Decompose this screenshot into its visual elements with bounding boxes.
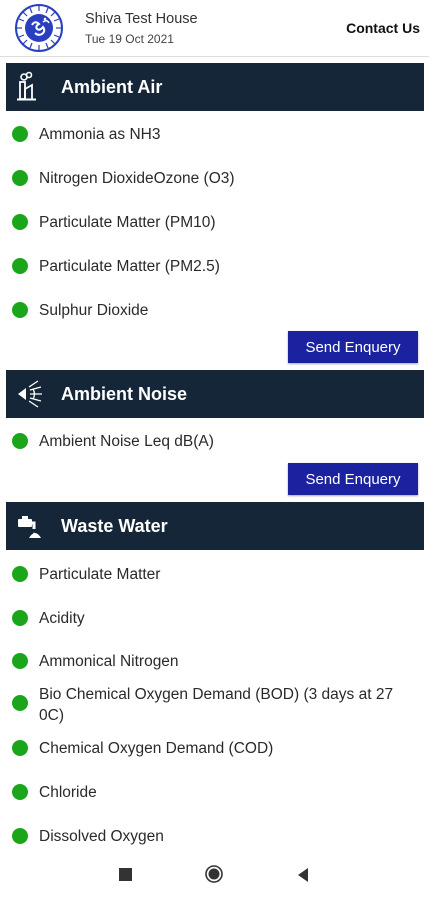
status-dot-icon [12, 214, 28, 230]
status-dot-icon [12, 433, 28, 449]
item-label: Chloride [39, 784, 97, 801]
status-dot-icon [12, 653, 28, 669]
item-label: Ammonia as NH3 [39, 126, 161, 143]
home-icon[interactable] [205, 865, 223, 883]
item-label: Particulate Matter [39, 566, 161, 583]
section-header-waste-water[interactable]: Waste Water [6, 502, 424, 550]
item-label: Nitrogen DioxideOzone (O3) [39, 170, 235, 187]
factory-icon [14, 71, 46, 103]
status-dot-icon [12, 828, 28, 844]
contact-us-link[interactable]: Contact Us [346, 20, 420, 36]
system-navigation-bar [0, 851, 429, 900]
om-logo-icon [12, 3, 66, 53]
status-dot-icon [12, 610, 28, 626]
send-enquiry-button[interactable]: Send Enquery [288, 331, 418, 363]
status-dot-icon [12, 126, 28, 142]
item-label: Ambient Noise Leq dB(A) [39, 433, 214, 450]
recent-apps-icon[interactable] [119, 868, 132, 881]
item-label-continuation: 0C) [39, 707, 64, 724]
status-dot-icon [12, 784, 28, 800]
item-label: Particulate Matter (PM10) [39, 214, 216, 231]
section-title: Waste Water [61, 516, 168, 536]
item-label: Particulate Matter (PM2.5) [39, 258, 220, 275]
back-icon[interactable] [296, 867, 310, 883]
item-label: Acidity [39, 610, 85, 627]
status-dot-icon [12, 302, 28, 318]
status-dot-icon [12, 695, 28, 711]
status-dot-icon [12, 566, 28, 582]
section-title: Ambient Air [61, 77, 163, 97]
item-label: Ammonical Nitrogen [39, 653, 179, 670]
speaker-icon [14, 378, 46, 410]
app-header: Shiva Test House Tue 19 Oct 2021 Contact… [0, 0, 429, 57]
status-dot-icon [12, 740, 28, 756]
item-label: Bio Chemical Oxygen Demand (BOD) (3 days… [39, 686, 394, 703]
status-dot-icon [12, 258, 28, 274]
status-dot-icon [12, 170, 28, 186]
section-header-ambient-air[interactable]: Ambient Air [6, 63, 424, 111]
water-tap-icon [14, 510, 46, 542]
send-enquiry-button[interactable]: Send Enquery [288, 463, 418, 495]
section-title: Ambient Noise [61, 384, 188, 404]
section-header-ambient-noise[interactable]: Ambient Noise [6, 370, 424, 418]
item-label: Sulphur Dioxide [39, 302, 149, 319]
item-label: Dissolved Oxygen [39, 828, 164, 845]
app-name: Shiva Test House [85, 11, 198, 27]
header-date: Tue 19 Oct 2021 [85, 32, 174, 46]
item-label: Chemical Oxygen Demand (COD) [39, 740, 274, 757]
